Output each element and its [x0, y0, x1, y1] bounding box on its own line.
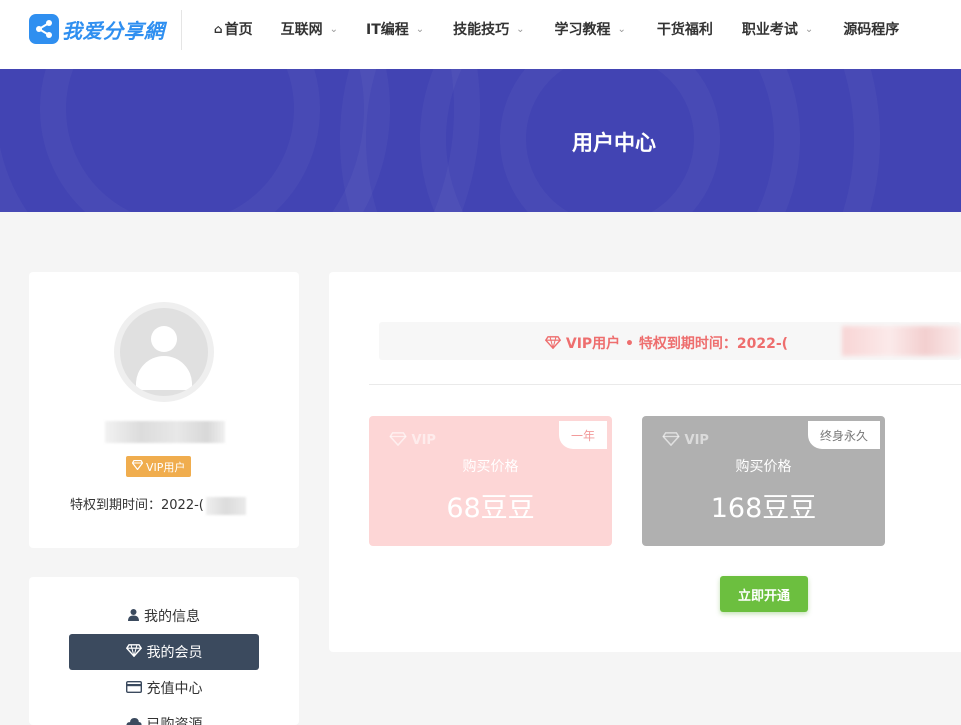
user-icon	[128, 608, 139, 624]
chevron-down-icon: ⌄	[617, 23, 626, 35]
page-banner: 用户中心	[0, 69, 961, 212]
home-icon: ⌂	[214, 22, 223, 36]
nav-item-internet[interactable]: 互联网 ⌄	[281, 19, 338, 39]
expire-date-redacted	[205, 496, 246, 515]
plan-price-label: 购买价格	[462, 459, 519, 475]
plan-card-lifetime[interactable]: VIP 终身永久 购买价格 168豆豆	[642, 416, 885, 546]
plan-price-label: 购买价格	[735, 459, 792, 475]
nav-item-it-programming[interactable]: IT编程 ⌄	[366, 19, 424, 39]
membership-panel: VIP用户 • 特权到期时间：2022-( VIP 一年 购买价格 68豆豆 V…	[329, 272, 961, 652]
cloud-icon	[125, 717, 142, 725]
menu-item-purchased[interactable]: 已购资源	[69, 706, 259, 725]
site-header: 我爱分享網 ⌂ 首页 互联网 ⌄ IT编程 ⌄ 技能技巧 ⌄ 学习教程 ⌄ 干货福利 职…	[0, 0, 961, 69]
menu-item-my-membership[interactable]: 我的会员	[69, 634, 259, 670]
nav-item-source-code[interactable]: 源码程序	[843, 19, 899, 39]
nav-item-skills[interactable]: 技能技巧 ⌄	[453, 19, 524, 39]
divider	[369, 384, 961, 385]
chevron-down-icon: ⌄	[415, 23, 425, 35]
share-icon	[29, 14, 59, 44]
vip-status-text: VIP用户 • 特权到期时间：2022-(	[544, 333, 788, 353]
plan-price: 168豆豆	[710, 493, 817, 524]
user-menu: 我的信息 我的会员 充值中心 已购资源	[29, 577, 299, 725]
chevron-down-icon: ⌄	[516, 23, 525, 35]
diamond-icon	[131, 459, 144, 473]
nav-item-exams[interactable]: 职业考试 ⌄	[742, 19, 813, 39]
plan-watermark: VIP	[662, 432, 709, 448]
diamond-icon	[544, 336, 566, 352]
chevron-down-icon: ⌄	[329, 23, 338, 35]
diamond-icon	[125, 644, 142, 660]
plan-tag: 一年	[558, 421, 607, 449]
username-redacted	[105, 421, 225, 443]
chevron-down-icon: ⌄	[804, 23, 814, 35]
credit-card-icon	[125, 680, 142, 696]
header-divider	[181, 10, 182, 50]
profile-card: VIP用户 特权到期时间：2022-(	[29, 272, 299, 548]
plan-card-yearly[interactable]: VIP 一年 购买价格 68豆豆	[369, 416, 612, 546]
site-logo[interactable]: 我爱分享網	[29, 12, 165, 46]
menu-item-my-info[interactable]: 我的信息	[69, 598, 259, 634]
plan-watermark: VIP	[389, 432, 436, 448]
logo-text: 我爱分享網	[62, 18, 165, 43]
plan-price: 68豆豆	[446, 493, 535, 524]
vip-badge: VIP用户	[126, 456, 192, 477]
open-membership-button[interactable]: 立即开通	[720, 576, 808, 612]
page-title: 用户中心	[572, 131, 656, 155]
vip-status-bar: VIP用户 • 特权到期时间：2022-(	[379, 322, 961, 360]
status-date-redacted	[842, 326, 961, 356]
nav-item-home[interactable]: ⌂ 首页	[214, 19, 253, 39]
nav-item-tutorials[interactable]: 学习教程 ⌄	[555, 19, 626, 39]
nav-item-welfare[interactable]: 干货福利	[657, 19, 713, 39]
main-nav: ⌂ 首页 互联网 ⌄ IT编程 ⌄ 技能技巧 ⌄ 学习教程 ⌄ 干货福利 职业考试 ⌄ 源…	[214, 0, 899, 58]
menu-item-recharge[interactable]: 充值中心	[69, 670, 259, 706]
expire-date: 特权到期时间：2022-(	[70, 494, 246, 515]
plan-tag: 终身永久	[807, 421, 880, 449]
avatar	[114, 302, 214, 402]
